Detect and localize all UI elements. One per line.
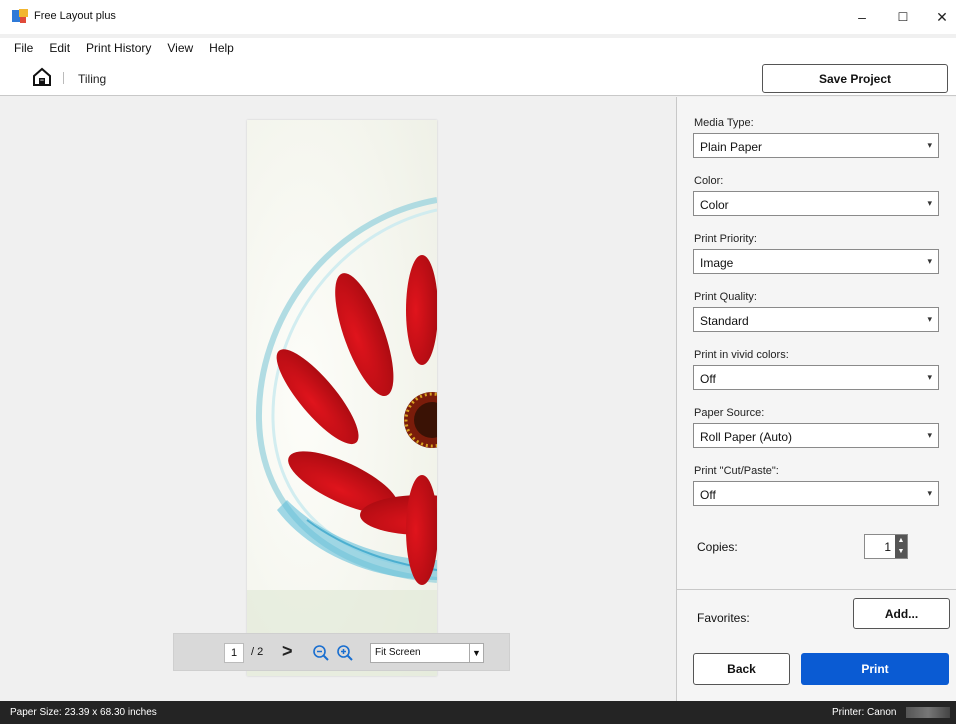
copies-label: Copies: bbox=[697, 540, 738, 554]
print-quality-label: Print Quality: bbox=[694, 291, 757, 303]
zoom-value: Fit Screen bbox=[375, 647, 421, 658]
menu-bar: File Edit Print History View Help bbox=[0, 38, 956, 60]
paper-size-status: Paper Size: 23.39 x 68.30 inches bbox=[10, 707, 157, 718]
flower-image bbox=[247, 120, 437, 676]
menu-print-history[interactable]: Print History bbox=[86, 38, 151, 60]
current-page-input[interactable]: 1 bbox=[224, 643, 244, 663]
color-select[interactable]: Color ▾ bbox=[693, 191, 939, 216]
window-title: Free Layout plus bbox=[34, 10, 116, 22]
spin-down-icon[interactable]: ▼ bbox=[895, 546, 907, 557]
title-bar: Free Layout plus – ☐ ✕ bbox=[0, 0, 956, 34]
paper-source-select[interactable]: Roll Paper (Auto) ▾ bbox=[693, 423, 939, 448]
zoom-select[interactable]: Fit Screen ▼ bbox=[370, 643, 484, 663]
chevron-down-icon: ▾ bbox=[927, 372, 932, 382]
vivid-colors-label: Print in vivid colors: bbox=[694, 349, 789, 361]
chevron-down-icon: ▾ bbox=[927, 198, 932, 208]
print-button[interactable]: Print bbox=[801, 653, 949, 685]
maximize-button[interactable]: ☐ bbox=[883, 4, 923, 30]
media-type-label: Media Type: bbox=[694, 117, 754, 129]
copies-spinner[interactable]: ▲ ▼ bbox=[895, 535, 907, 558]
close-button[interactable]: ✕ bbox=[922, 4, 956, 30]
preview-area: 1 / 2 > Fit Screen ▼ bbox=[0, 97, 676, 701]
minimize-button[interactable]: – bbox=[842, 4, 882, 30]
app-icon bbox=[12, 9, 28, 23]
print-priority-label: Print Priority: bbox=[694, 233, 757, 245]
paper-source-label: Paper Source: bbox=[694, 407, 765, 419]
favorites-label: Favorites: bbox=[697, 611, 750, 625]
print-quality-value: Standard bbox=[700, 314, 749, 328]
color-value: Color bbox=[700, 198, 729, 212]
chevron-down-icon: ▾ bbox=[927, 430, 932, 440]
printer-status: Printer: Canon bbox=[832, 707, 897, 718]
chevron-down-icon: ▾ bbox=[927, 488, 932, 498]
chevron-down-icon: ▾ bbox=[927, 140, 932, 150]
total-pages: / 2 bbox=[251, 646, 264, 658]
vivid-colors-select[interactable]: Off ▾ bbox=[693, 365, 939, 390]
zoom-out-icon[interactable] bbox=[312, 644, 330, 662]
panel-divider bbox=[677, 589, 956, 590]
save-project-button[interactable]: Save Project bbox=[762, 64, 948, 93]
breadcrumb: Tiling bbox=[78, 72, 107, 86]
media-type-select[interactable]: Plain Paper ▾ bbox=[693, 133, 939, 158]
paper-source-value: Roll Paper (Auto) bbox=[700, 430, 793, 444]
print-quality-select[interactable]: Standard ▾ bbox=[693, 307, 939, 332]
print-priority-value: Image bbox=[700, 256, 734, 270]
color-label: Color: bbox=[694, 175, 724, 187]
breadcrumb-separator bbox=[63, 72, 64, 84]
cut-paste-label: Print "Cut/Paste": bbox=[694, 465, 779, 477]
menu-view[interactable]: View bbox=[167, 38, 193, 60]
add-favorite-button[interactable]: Add... bbox=[853, 598, 950, 629]
cut-paste-select[interactable]: Off ▾ bbox=[693, 481, 939, 506]
chevron-down-icon: ▼ bbox=[469, 644, 483, 662]
media-type-value: Plain Paper bbox=[700, 140, 763, 154]
menu-file[interactable]: File bbox=[14, 38, 33, 60]
print-priority-select[interactable]: Image ▾ bbox=[693, 249, 939, 274]
menu-help[interactable]: Help bbox=[209, 38, 234, 60]
status-bar: Paper Size: 23.39 x 68.30 inches Printer… bbox=[0, 701, 956, 724]
printer-name-redacted bbox=[906, 707, 950, 718]
page-navigation-bar: 1 / 2 > Fit Screen ▼ bbox=[173, 633, 510, 671]
menu-edit[interactable]: Edit bbox=[49, 38, 70, 60]
settings-panel: Media Type: Plain Paper ▾ Color: Color ▾… bbox=[676, 97, 956, 701]
vivid-colors-value: Off bbox=[700, 372, 716, 386]
spin-up-icon[interactable]: ▲ bbox=[895, 535, 907, 546]
copies-stepper[interactable]: 1 ▲ ▼ bbox=[864, 534, 908, 559]
chevron-down-icon: ▾ bbox=[927, 314, 932, 324]
zoom-in-icon[interactable] bbox=[336, 644, 354, 662]
home-icon[interactable] bbox=[32, 67, 52, 87]
page-preview bbox=[247, 120, 437, 676]
next-page-button[interactable]: > bbox=[282, 641, 293, 662]
chevron-down-icon: ▾ bbox=[927, 256, 932, 266]
copies-value: 1 bbox=[884, 540, 891, 554]
cut-paste-value: Off bbox=[700, 488, 716, 502]
back-button[interactable]: Back bbox=[693, 653, 790, 685]
